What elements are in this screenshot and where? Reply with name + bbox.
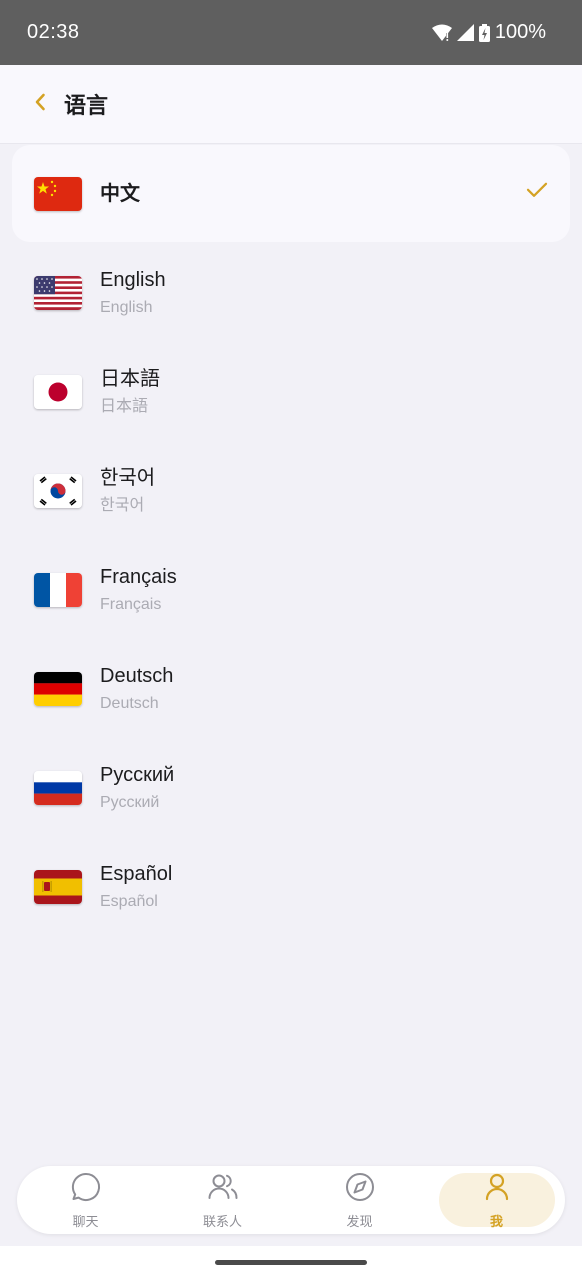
kr-flag-icon [34,473,82,508]
home-indicator[interactable] [215,1260,367,1265]
nav-item-discover[interactable]: 发现 [302,1171,418,1229]
language-name: 中文 [100,182,140,205]
status-bar: 02:38 100% [0,0,582,65]
language-name: Español [100,862,173,885]
language-name: Français [100,565,177,588]
language-item-korean[interactable]: 한국어 한국어 [12,441,570,540]
language-item-chinese[interactable]: 中文 [12,145,570,242]
battery-percent: 100% [494,21,546,43]
language-native-name: 한국어 [100,496,145,514]
chat-icon [70,1171,102,1208]
language-name: English [100,268,166,291]
bottom-nav: 聊天 联系人 发现 我 [17,1166,565,1234]
language-name: Русский [100,763,175,786]
checkmark-icon [526,181,548,202]
language-item-japanese[interactable]: 日本語 日本語 [12,342,570,441]
nav-label: 发现 [346,1213,373,1229]
jp-flag-icon [34,374,82,409]
language-item-english[interactable]: English English [12,243,570,342]
language-native-name: Deutsch [100,694,159,712]
language-native-name: Español [100,892,158,910]
cell-signal-icon [456,24,474,41]
language-item-french[interactable]: Français Français [12,540,570,639]
language-name: 日本語 [100,367,160,390]
language-list: 中文 English English 日本語 日本語 한국어 한국어 Franç… [0,144,582,936]
fr-flag-icon [34,572,82,607]
battery-icon [478,23,490,42]
nav-item-chat[interactable]: 聊天 [28,1171,144,1229]
back-button[interactable] [0,65,52,144]
contacts-icon [207,1171,239,1208]
nav-label: 我 [489,1213,503,1229]
language-item-spanish[interactable]: Español Español [12,837,570,936]
language-item-russian[interactable]: Русский Русский [12,738,570,837]
page-title: 语言 [64,93,109,118]
es-flag-icon [34,869,82,904]
header: 语言 [0,65,582,144]
language-native-name: English [100,298,153,316]
nav-label: 聊天 [72,1213,99,1229]
chevron-left-icon [34,92,46,117]
nav-label: 联系人 [202,1213,242,1229]
us-flag-icon [34,275,82,310]
wifi-icon [431,24,452,42]
ru-flag-icon [34,770,82,805]
language-native-name: Русский [100,793,160,811]
status-time: 02:38 [27,21,80,43]
compass-icon [344,1171,376,1208]
language-name: Deutsch [100,664,174,687]
language-item-german[interactable]: Deutsch Deutsch [12,639,570,738]
language-native-name: Français [100,595,162,613]
de-flag-icon [34,671,82,706]
nav-item-me[interactable]: 我 [438,1171,555,1229]
status-icons: 100% [431,21,546,44]
nav-item-contacts[interactable]: 联系人 [165,1171,281,1229]
profile-icon [481,1171,513,1208]
language-native-name: 日本語 [100,397,149,415]
cn-flag-icon [34,176,82,211]
language-name: 한국어 [100,466,156,489]
